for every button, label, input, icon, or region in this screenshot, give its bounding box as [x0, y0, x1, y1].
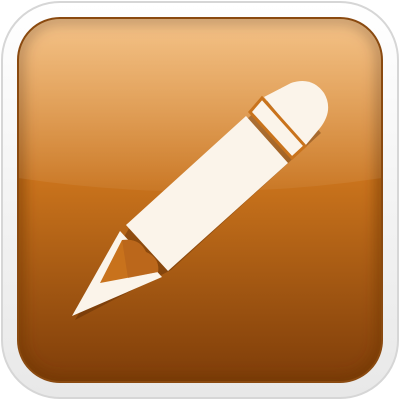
app-icon-canvas [0, 0, 400, 400]
pencil-app-icon[interactable] [0, 0, 400, 400]
